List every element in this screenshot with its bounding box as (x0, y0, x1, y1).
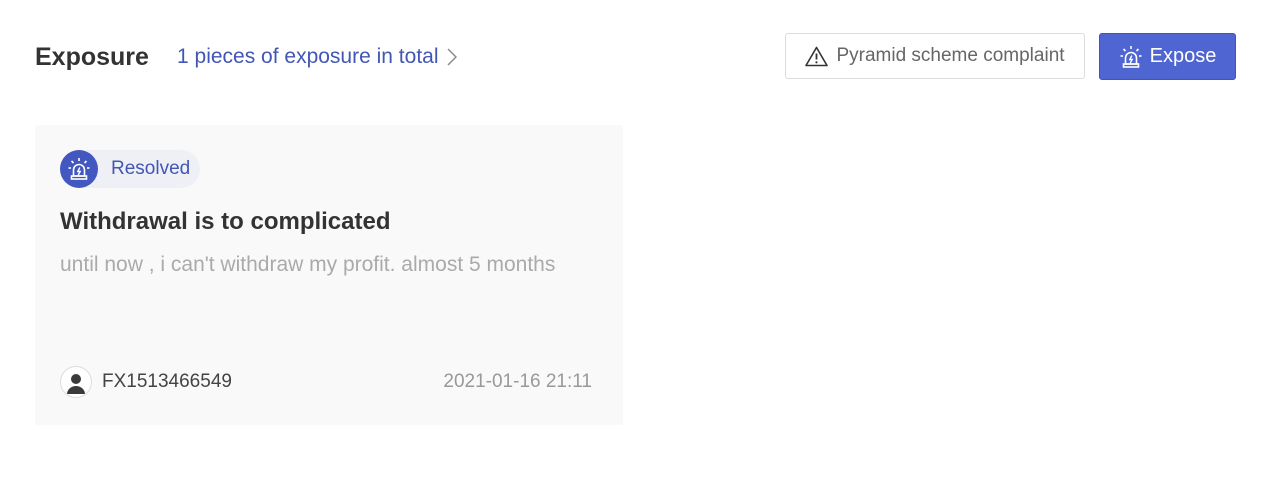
alarm-siren-icon (60, 150, 98, 188)
alarm-siren-icon (1120, 45, 1142, 68)
user-avatar-icon (60, 366, 92, 398)
page-title: Exposure (35, 43, 149, 71)
expose-button[interactable]: Expose (1099, 33, 1236, 80)
status-label: Resolved (111, 158, 191, 179)
expose-button-label: Expose (1149, 45, 1217, 67)
complaint-button-label: Pyramid scheme complaint (836, 45, 1065, 66)
timestamp: 2021-01-16 21:11 (443, 371, 592, 392)
username: FX1513466549 (102, 371, 232, 392)
exposure-title[interactable]: Withdrawal is to complicated (60, 207, 391, 237)
card-footer: FX1513466549 2021-01-16 21:11 (60, 366, 592, 398)
chevron-right-icon (446, 48, 457, 66)
total-exposure-label: 1 pieces of exposure in total (177, 45, 439, 68)
exposure-description: until now , i can't withdraw my profit. … (60, 253, 556, 276)
page-header: Exposure 1 pieces of exposure in total P… (35, 33, 1236, 80)
warning-triangle-icon (805, 46, 829, 66)
pyramid-scheme-complaint-button[interactable]: Pyramid scheme complaint (785, 33, 1085, 79)
status-badge: Resolved (60, 150, 200, 188)
exposure-card[interactable]: Resolved Withdrawal is to complicated un… (35, 125, 623, 425)
total-exposure-link[interactable]: 1 pieces of exposure in total (177, 44, 457, 70)
